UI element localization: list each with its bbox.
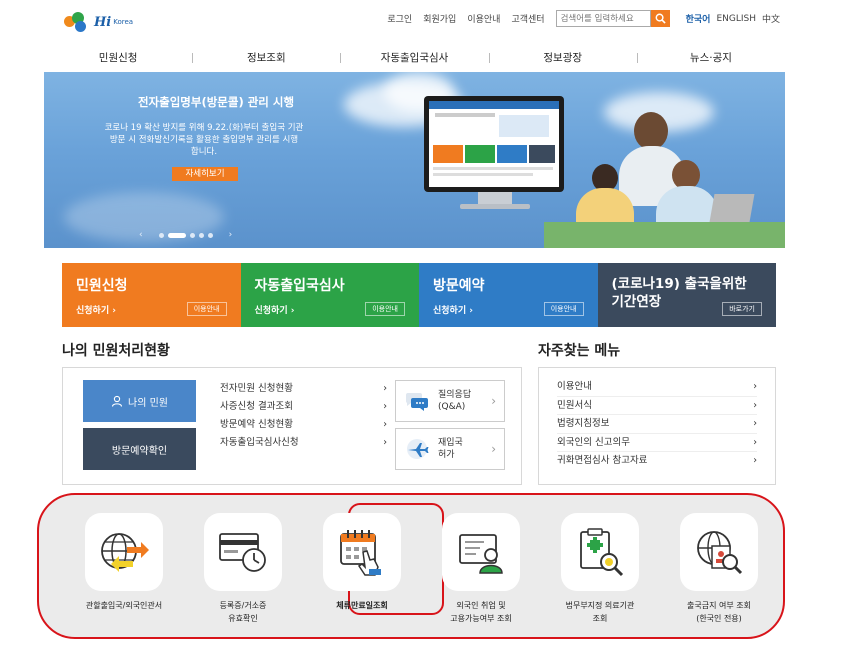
chevron-right-icon: ›: [491, 442, 496, 456]
arrow-icon: ›: [753, 418, 757, 429]
tile-visit-reservation[interactable]: 방문예약 신청하기 › 이용안내: [419, 263, 598, 327]
signup-link[interactable]: 회원가입: [423, 12, 456, 25]
utility-bar: 로그인 회원가입 이용안내 고객센터 한국어 ENGLISH 中文: [387, 10, 780, 27]
frequent-menu-heading: 자주찾는 메뉴: [538, 343, 621, 359]
nav-info-square[interactable]: 정보광장: [488, 44, 637, 72]
search-input[interactable]: [555, 10, 651, 27]
my-petition-button[interactable]: 나의 민원: [83, 380, 196, 422]
logo-text: Hi: [94, 14, 112, 30]
lang-english[interactable]: ENGLISH: [716, 14, 756, 24]
logo-sub: Korea: [113, 18, 134, 26]
guide-link[interactable]: 이용안내: [467, 12, 500, 25]
tile-apply-link[interactable]: 신청하기 ›: [255, 303, 295, 316]
service-stay-expiry[interactable]: 체류만료일조회: [302, 513, 422, 612]
status-item[interactable]: 자동출입국심사신청 ›: [220, 434, 387, 452]
frequent-menu-item[interactable]: 이용안내 ›: [557, 378, 757, 397]
arrow-icon: ›: [753, 381, 757, 392]
quick-services-panel: 관할출입국/외국인관서 등록증/거소증 유효확인 체류만료일조회 외국인 취업 …: [37, 493, 785, 639]
status-item[interactable]: 방문예약 신청현황 ›: [220, 416, 387, 434]
lang-korean[interactable]: 한국어: [686, 12, 711, 25]
login-link[interactable]: 로그인: [387, 12, 412, 25]
tile-apply-link[interactable]: 신청하기 ›: [76, 303, 116, 316]
tile-go-button[interactable]: 바로가기: [722, 302, 762, 316]
frequent-menu-item[interactable]: 법령지침정보 ›: [557, 415, 757, 434]
main-nav: 민원신청 정보조회 자동출입국심사 정보광장 뉴스·공지: [44, 44, 785, 72]
service-employment-check[interactable]: 외국인 취업 및 고용가능여부 조회: [421, 513, 541, 625]
pager-dot-active[interactable]: [167, 232, 186, 238]
tile-guide-button[interactable]: 이용안내: [186, 302, 227, 316]
frequent-menu-item[interactable]: 귀화면접심사 참고자료 ›: [557, 452, 757, 471]
service-card-validity[interactable]: 등록증/거소증 유효확인: [183, 513, 303, 625]
globe-search-icon: [697, 531, 743, 575]
nav-civil-petition[interactable]: 민원신청: [44, 44, 192, 72]
pager-dot[interactable]: [198, 232, 204, 238]
service-jurisdiction-office[interactable]: 관할출입국/외국인관서: [64, 513, 184, 612]
arrow-icon: ›: [383, 383, 387, 394]
banner-prev-icon[interactable]: ‹: [139, 230, 143, 240]
pager-dot[interactable]: [207, 232, 213, 238]
frequent-menu-item[interactable]: 민원서식 ›: [557, 397, 757, 415]
qa-button[interactable]: 질의응답 (Q&A) ›: [395, 380, 505, 422]
banner-next-icon[interactable]: ›: [229, 230, 233, 240]
banner-title: 전자출입명부(방문콜) 관리 시행: [137, 95, 295, 109]
main-banner: 전자출입명부(방문콜) 관리 시행 코로나 19 확산 방지를 위해 9.22.…: [44, 72, 785, 248]
tile-title: 방문예약: [433, 278, 485, 294]
logo-mark-icon: [64, 10, 90, 34]
banner-more-button[interactable]: 자세히보기: [172, 167, 238, 181]
search-icon: [655, 13, 666, 24]
tile-apply-link[interactable]: 신청하기 ›: [433, 303, 473, 316]
banner-pager: ‹ ›: [139, 230, 232, 240]
service-departure-ban[interactable]: 출국금지 여부 조회 (한국인 전용): [659, 513, 779, 625]
tile-civil-petition[interactable]: 민원신청 신청하기 › 이용안내: [62, 263, 241, 327]
tile-guide-button[interactable]: 이용안내: [543, 302, 584, 316]
tile-auto-immigration[interactable]: 자동출입국심사 신청하기 › 이용안내: [240, 263, 419, 327]
my-status-heading: 나의 민원처리현황: [62, 343, 170, 359]
search-button[interactable]: [650, 10, 670, 27]
visit-check-button[interactable]: 방문예약확인: [83, 428, 196, 470]
arrow-icon: ›: [753, 399, 757, 411]
service-designated-hospital[interactable]: 법무부지정 의료기관 조회: [540, 513, 660, 625]
site-logo[interactable]: Hi Korea: [64, 10, 133, 34]
reentry-permit-button[interactable]: 재입국 허가 ›: [395, 428, 505, 470]
tile-guide-button[interactable]: 이용안내: [365, 302, 405, 316]
tile-title: (코로나19) 출국을위한: [611, 276, 747, 292]
globe-arrows-icon: [101, 533, 149, 572]
main-menu-tiles: 민원신청 신청하기 › 이용안내 자동출입국심사 신청하기 › 이용안내 방문예…: [62, 263, 776, 327]
tile-title: 자동출입국심사: [254, 278, 345, 294]
arrow-icon: ›: [383, 437, 387, 448]
document-person-icon: [459, 534, 503, 574]
tile-title: 민원신청: [76, 278, 128, 294]
my-status-panel: 나의 민원 방문예약확인 전자민원 신청현황 › 사증신청 결과조회 › 방문예약 …: [62, 367, 522, 485]
calendar-hand-icon: [340, 530, 381, 576]
pager-dot[interactable]: [158, 232, 164, 238]
status-list: 전자민원 신청현황 › 사증신청 결과조회 › 방문예약 신청현황 › 자동출입국심사…: [220, 380, 387, 452]
banner-description: 코로나 19 확산 방지를 위해 9.22.(화)부터 출입국 기관 방문 시 …: [104, 123, 304, 157]
lang-chinese[interactable]: 中文: [762, 12, 780, 25]
monitor-illustration: [424, 96, 564, 192]
clipboard-search-icon: [580, 528, 624, 577]
user-icon: [111, 395, 123, 407]
tile-covid-extension[interactable]: (코로나19) 출국을위한 기간연장 바로가기: [597, 263, 776, 327]
customer-center-link[interactable]: 고객센터: [511, 12, 544, 25]
frequent-menu-panel: 이용안내 › 민원서식 › 법령지침정보 › 외국인의 신고의무 › 귀화면접심사 참고…: [538, 367, 776, 485]
pager-dot[interactable]: [189, 232, 195, 238]
frequent-menu-item[interactable]: 외국인의 신고의무 ›: [557, 434, 757, 452]
arrow-icon: ›: [753, 436, 757, 448]
arrow-icon: ›: [383, 419, 387, 430]
arrow-icon: ›: [753, 455, 757, 466]
monitor-base: [460, 204, 530, 209]
chevron-right-icon: ›: [491, 394, 496, 408]
status-item[interactable]: 전자민원 신청현황 ›: [220, 380, 387, 398]
airplane-icon: [407, 439, 429, 459]
status-item[interactable]: 사증신청 결과조회 ›: [220, 398, 387, 416]
arrow-icon: ›: [383, 401, 387, 412]
nav-auto-immigration[interactable]: 자동출입국심사: [340, 44, 488, 72]
nav-news[interactable]: 뉴스·공지: [636, 44, 785, 72]
card-clock-icon: [219, 533, 266, 572]
nav-info-search[interactable]: 정보조회: [192, 44, 340, 72]
chat-bubble-icon: [405, 393, 428, 411]
